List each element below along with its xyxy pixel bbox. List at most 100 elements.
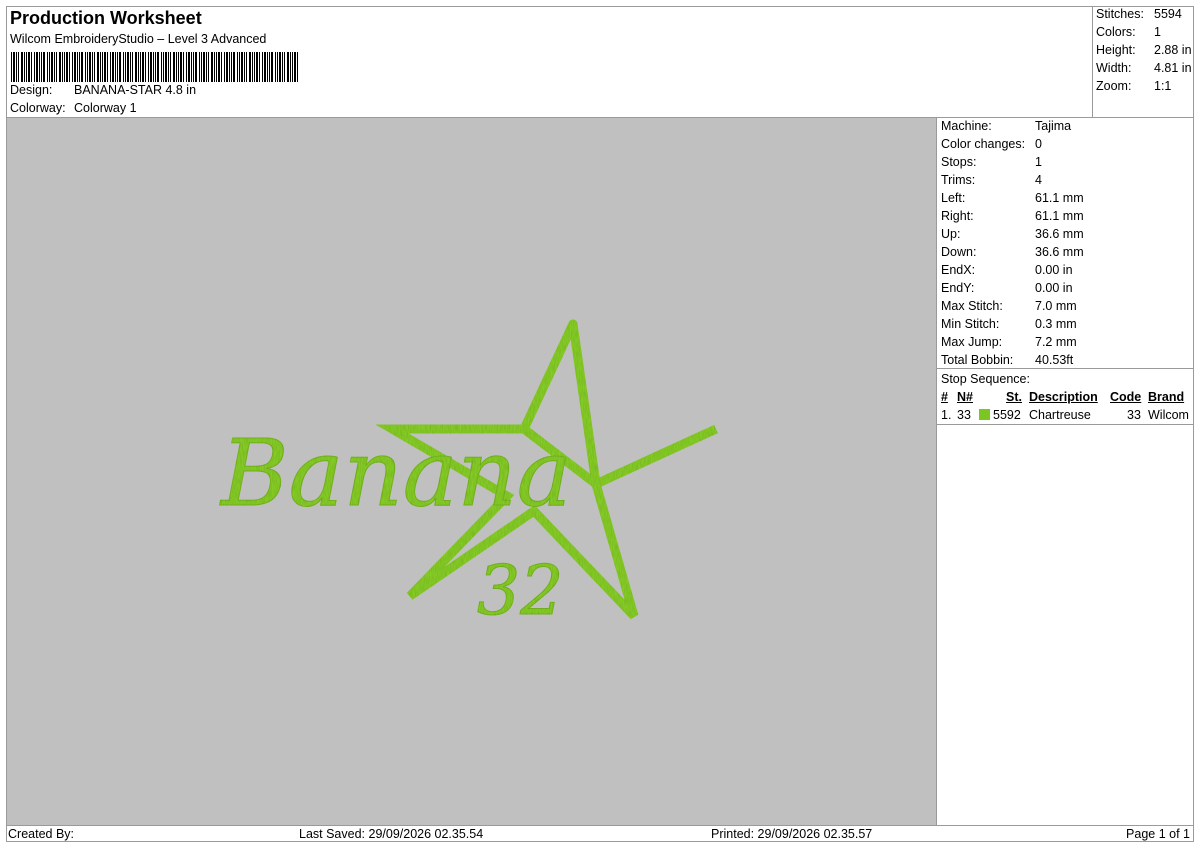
barcode-bar	[39, 52, 40, 82]
barcode-bar	[201, 52, 202, 82]
barcode-bar	[161, 52, 162, 82]
detail-label: Color changes:	[941, 137, 1026, 151]
barcode-bar	[16, 52, 17, 82]
design-text-banana: Banana	[219, 420, 572, 527]
sequence-divider	[937, 424, 1193, 425]
barcode-bar	[290, 52, 291, 82]
barcode-bar	[294, 52, 296, 82]
detail-value: 0	[1035, 137, 1042, 151]
detail-label: Trims:	[941, 173, 976, 187]
barcode-bar	[92, 52, 93, 82]
row-n: 33	[957, 408, 971, 422]
zoom-label: Zoom:	[1096, 79, 1132, 93]
summary-stats: Stitches: 5594 Colors: 1 Height: 2.88 in Wi…	[1092, 7, 1194, 117]
barcode-bar	[145, 52, 146, 82]
detail-value: 0.00 in	[1035, 263, 1073, 277]
page-number: Page 1 of 1	[1126, 827, 1190, 841]
colors-value: 1	[1154, 25, 1161, 39]
stop-sequence-title: Stop Sequence:	[941, 372, 1030, 386]
detail-row: Machine: Tajima	[941, 119, 1071, 133]
zoom-value: 1:1	[1154, 79, 1172, 93]
detail-value: 61.1 mm	[1035, 209, 1084, 223]
barcode-bar	[282, 52, 283, 82]
barcode-bar	[155, 52, 156, 82]
col-header-st: St.	[1006, 390, 1022, 404]
detail-row: Up: 36.6 mm	[941, 227, 1084, 241]
detail-label: Min Stitch:	[941, 317, 1000, 331]
barcode-bar	[297, 52, 298, 82]
stitches-row: Stitches: 5594	[1096, 7, 1182, 21]
detail-value: 36.6 mm	[1035, 245, 1084, 259]
barcode-bar	[130, 52, 131, 82]
barcode-bar	[138, 52, 139, 82]
embroidery-design: Banana 32	[219, 319, 718, 632]
detail-row: EndY: 0.00 in	[941, 281, 1073, 295]
col-header-description: Description	[1029, 390, 1098, 404]
barcode-bar	[211, 52, 213, 82]
barcode-bar	[31, 52, 32, 82]
detail-row: Total Bobbin: 40.53ft	[941, 353, 1073, 367]
barcode-bar	[51, 52, 53, 82]
details-panel: Machine: Tajima Color changes: 0 Stops: 1 Trim…	[937, 118, 1193, 825]
barcode-bar	[66, 52, 68, 82]
barcode-bar	[193, 52, 194, 82]
barcode-bar	[237, 52, 238, 82]
barcode-bar	[267, 52, 268, 82]
barcode-bar	[87, 52, 88, 82]
barcode-bar	[64, 52, 65, 82]
barcode-bar	[241, 52, 243, 82]
barcode-bar	[186, 52, 187, 82]
barcode-bar	[176, 52, 177, 82]
last-saved: Last Saved: 29/09/2026 02.35.54	[299, 827, 484, 841]
barcode-bar	[150, 52, 152, 82]
barcode-bar	[77, 52, 78, 82]
colorway-value: Colorway 1	[74, 101, 137, 115]
barcode-bar	[100, 52, 101, 82]
detail-row: EndX: 0.00 in	[941, 263, 1073, 277]
barcode-bar	[231, 52, 232, 82]
created-by: Created By:	[8, 827, 75, 841]
barcode-bar	[127, 52, 129, 82]
barcode-bar	[119, 52, 121, 82]
detail-value: 40.53ft	[1035, 353, 1074, 367]
barcode-bar	[188, 52, 190, 82]
barcode-bar	[259, 52, 260, 82]
barcode-bar	[72, 52, 73, 82]
barcode-bar	[13, 52, 15, 82]
software-subtitle: Wilcom EmbroideryStudio – Level 3 Advanc…	[10, 32, 267, 46]
barcode-bar	[125, 52, 126, 82]
detail-value: 7.0 mm	[1035, 299, 1077, 313]
detail-row: Right: 61.1 mm	[941, 209, 1084, 223]
design-preview: Banana 32	[7, 118, 937, 825]
barcode-bar	[157, 52, 159, 82]
barcode-bar	[269, 52, 270, 82]
barcode-bar	[69, 52, 70, 82]
stitches-value: 5594	[1154, 7, 1182, 21]
barcode-bar	[49, 52, 50, 82]
detail-row: Trims: 4	[941, 173, 1042, 187]
colorway-label: Colorway:	[10, 101, 66, 115]
barcode-bar	[254, 52, 255, 82]
detail-value: 1	[1035, 155, 1042, 169]
zoom-row: Zoom: 1:1	[1096, 79, 1171, 93]
detail-row: Left: 61.1 mm	[941, 191, 1084, 205]
barcode-bar	[208, 52, 209, 82]
barcode-bar	[173, 52, 175, 82]
barcode-bar	[218, 52, 220, 82]
design-value: BANANA-STAR 4.8 in	[74, 83, 197, 97]
height-value: 2.88 in	[1154, 43, 1192, 57]
colorway-row: Colorway: Colorway 1	[10, 101, 137, 115]
colors-label: Colors:	[1096, 25, 1136, 39]
height-row: Height: 2.88 in	[1096, 43, 1192, 57]
printed-date: Printed: 29/09/2026 02.35.57	[711, 827, 873, 841]
barcode-bar	[112, 52, 114, 82]
barcode-bar	[168, 52, 169, 82]
barcode-bar	[252, 52, 253, 82]
detail-label: EndX:	[941, 263, 976, 277]
barcode-bar	[74, 52, 76, 82]
barcode-bar	[279, 52, 281, 82]
barcode-bar	[59, 52, 61, 82]
detail-label: Max Jump:	[941, 335, 1003, 349]
barcode-bar	[79, 52, 80, 82]
barcode-bar	[271, 52, 273, 82]
